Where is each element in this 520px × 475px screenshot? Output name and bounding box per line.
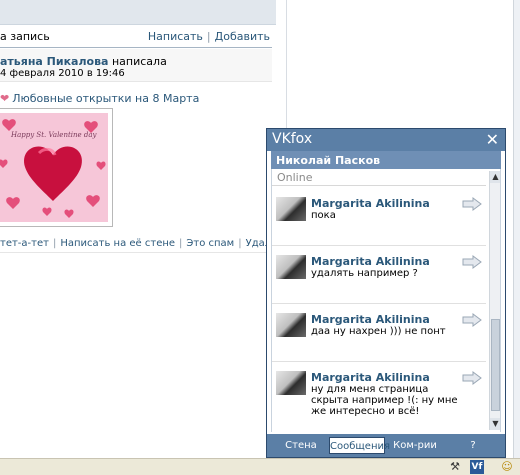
vkfox-tab-bar: Стена Сообщения Ком-рии ?: [267, 434, 505, 457]
avatar[interactable]: [276, 313, 306, 337]
avatar[interactable]: [276, 371, 306, 395]
page-scrollbar[interactable]: [513, 0, 520, 474]
tab-messages[interactable]: Сообщения: [329, 437, 390, 454]
message-sender[interactable]: Margarita Akilinina: [311, 313, 430, 326]
tools-icon[interactable]: ⚒: [448, 460, 462, 474]
separator: |: [52, 238, 57, 249]
wall-label: а запись: [0, 30, 50, 43]
post-header: атьяна Пикалова написала 4 февраля 2010 …: [0, 49, 272, 82]
post-date: 4 февраля 2010 в 19:46: [0, 68, 125, 79]
reply-arrow-icon[interactable]: [462, 371, 482, 385]
write-on-wall-link[interactable]: Написать на её стене: [60, 238, 175, 249]
card-hearts-art: [0, 113, 108, 222]
vkfox-scrollbar[interactable]: ▲ ▼: [489, 171, 500, 430]
message-sender[interactable]: Margarita Akilinina: [311, 197, 430, 210]
vkfox-title: VKfox: [272, 131, 313, 147]
message-text: удалять например ?: [311, 268, 418, 279]
card-caption: Happy St. Valentine day: [11, 131, 97, 139]
tab-wall[interactable]: Стена: [275, 437, 327, 454]
spam-link[interactable]: Это спам: [186, 238, 234, 249]
divider: [272, 361, 486, 362]
message-sender[interactable]: Margarita Akilinina: [311, 255, 430, 268]
valentine-card-image: Happy St. Valentine day: [0, 113, 108, 222]
post-verb: написала: [108, 55, 167, 68]
divider: [272, 303, 486, 304]
avatar[interactable]: [276, 197, 306, 221]
message-text: даа ну нахрен ))) не понт: [311, 326, 446, 337]
wall-actions: Написать | Добавить: [148, 30, 270, 43]
wall-header: [0, 0, 276, 25]
vkfox-message-list: Online Margarita Akilinina пока Margarit…: [271, 169, 501, 432]
vkfox-titlebar[interactable]: VKfox ✕: [267, 129, 505, 151]
message-text: ну для меня страница скрыта например !(:…: [311, 384, 458, 417]
divider: [0, 47, 272, 48]
divider: [0, 252, 272, 253]
post-author-line: атьяна Пикалова написала: [0, 55, 167, 68]
valentine-card[interactable]: Happy St. Valentine day: [0, 108, 113, 227]
separator: |: [238, 238, 242, 249]
close-icon[interactable]: ✕: [486, 130, 499, 149]
tab-comments[interactable]: Ком-рии: [389, 437, 441, 454]
smiley-icon[interactable]: ☺: [500, 460, 514, 474]
reply-arrow-icon[interactable]: [462, 313, 482, 327]
divider: [272, 245, 486, 246]
separator: |: [206, 30, 211, 43]
message-sender[interactable]: Margarita Akilinina: [311, 371, 430, 384]
vkfox-user-bar: Николай Пасков: [271, 151, 501, 169]
message-text: пока: [311, 210, 336, 221]
gift-title-line[interactable]: ❤ Любовные открытки на 8 Марта: [0, 92, 199, 105]
scroll-up-icon[interactable]: ▲: [490, 171, 500, 183]
tab-help[interactable]: ?: [463, 437, 483, 454]
wall-bar: а запись Написать | Добавить: [0, 27, 276, 45]
scroll-thumb[interactable]: [491, 319, 500, 411]
vkfox-tray-icon[interactable]: Vf: [470, 460, 484, 474]
vkfox-user-name[interactable]: Николай Пасков: [276, 154, 380, 167]
tete-a-tete-link[interactable]: тет-а-тет: [0, 238, 49, 249]
write-link[interactable]: Написать: [148, 30, 203, 43]
heart-icon: ❤: [0, 92, 10, 105]
post-actions: тет-а-тет | Написать на её стене | Это спам |…: [0, 238, 289, 249]
scroll-down-icon[interactable]: ▼: [490, 418, 500, 430]
separator: |: [179, 238, 183, 249]
user-status: Online: [277, 171, 313, 184]
avatar[interactable]: [276, 255, 306, 279]
add-link[interactable]: Добавить: [215, 30, 270, 43]
taskbar: ⚒ Vf ☺: [0, 458, 520, 475]
reply-arrow-icon[interactable]: [462, 255, 482, 269]
vkfox-window: VKfox ✕ Николай Пасков Online Margarita …: [266, 128, 506, 458]
post-author[interactable]: атьяна Пикалова: [0, 55, 108, 68]
gift-title[interactable]: Любовные открытки на 8 Марта: [12, 92, 199, 105]
divider: [272, 185, 486, 186]
reply-arrow-icon[interactable]: [462, 197, 482, 211]
